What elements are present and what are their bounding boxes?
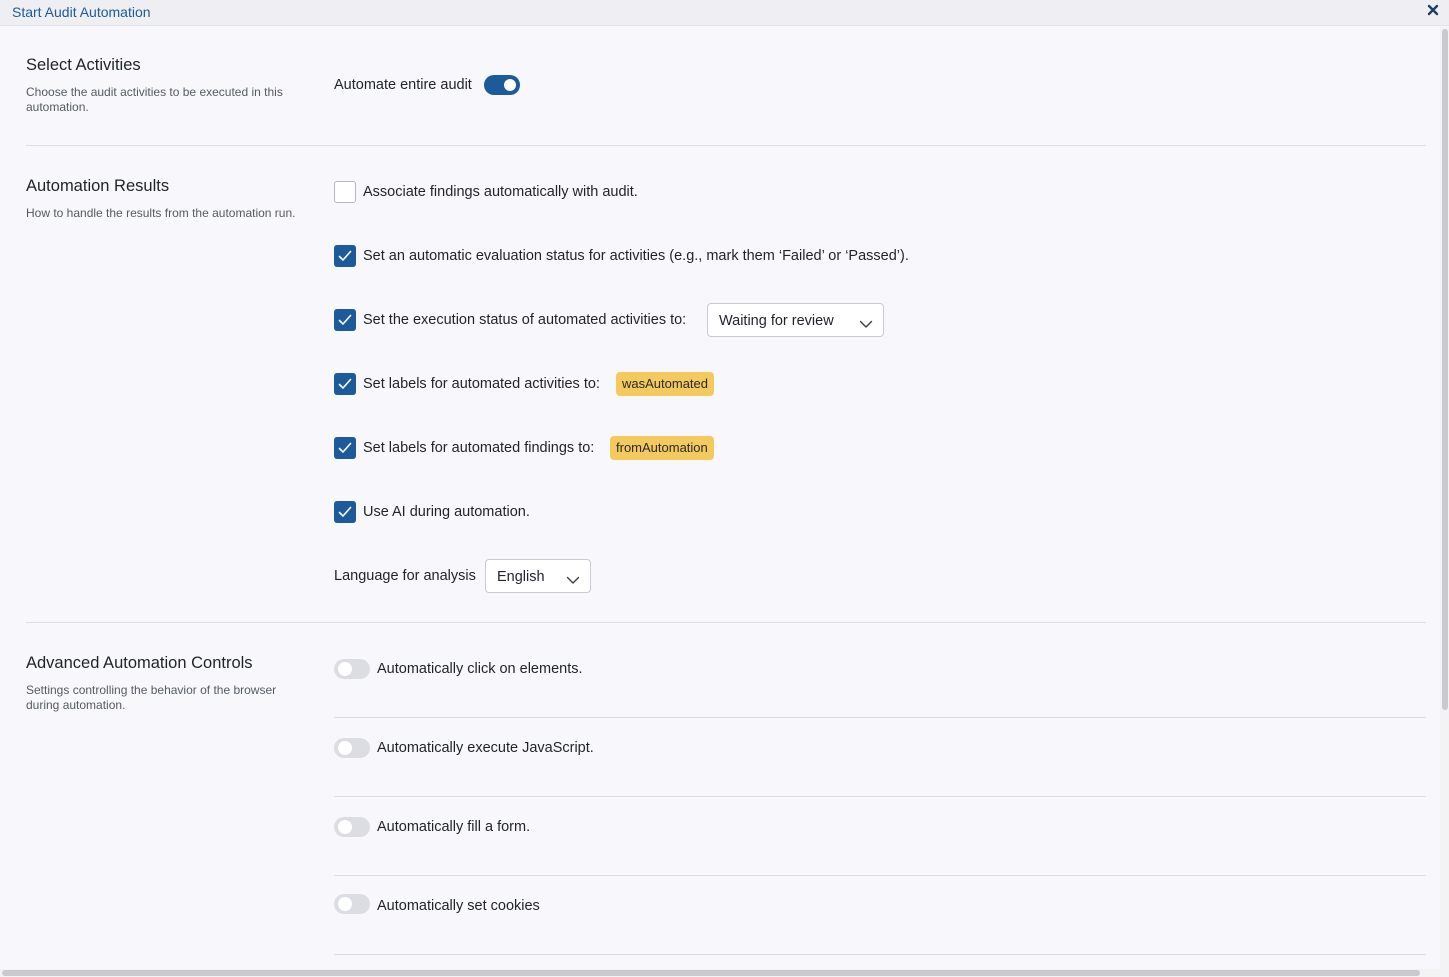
checkmark-icon <box>338 250 352 261</box>
execution-status-checkbox[interactable] <box>334 309 356 331</box>
activity-labels-checkbox[interactable] <box>334 373 356 395</box>
close-icon[interactable] <box>1426 3 1440 17</box>
associate-findings-label: Associate findings automatically with au… <box>363 184 638 200</box>
execution-status-label: Set the execution status of automated ac… <box>363 312 687 328</box>
finding-labels-checkbox[interactable] <box>334 437 356 459</box>
toggle-knob <box>338 820 352 834</box>
toggle-knob <box>504 79 516 91</box>
dialog-titlebar: Start Audit Automation <box>0 0 1449 26</box>
row-divider <box>334 796 1426 797</box>
checkmark-icon <box>338 378 352 389</box>
activity-labels-label: Set labels for automated activities to: <box>363 376 600 392</box>
auto-set-cookies-label: Automatically set cookies <box>377 898 540 914</box>
checkmark-icon <box>338 506 352 517</box>
auto-execute-javascript-toggle[interactable] <box>334 738 370 758</box>
label-tag-from-automation[interactable]: fromAutomation <box>610 436 714 460</box>
automate-entire-audit-toggle[interactable] <box>484 75 520 95</box>
horizontal-scrollbar[interactable] <box>0 969 1449 977</box>
toggle-knob <box>338 897 352 911</box>
auto-click-elements-label: Automatically click on elements. <box>377 661 583 677</box>
horizontal-scrollbar-thumb[interactable] <box>2 970 1420 976</box>
execution-status-select[interactable]: Waiting for review <box>707 303 884 337</box>
section-divider <box>26 622 1426 623</box>
row-divider <box>334 717 1426 718</box>
dialog-content: Select Activities Choose the audit activ… <box>0 27 1440 969</box>
section-description-advanced-controls: Settings controlling the behavior of the… <box>26 683 277 712</box>
evaluation-status-label: Set an automatic evaluation status for a… <box>363 248 909 264</box>
label-tag-was-automated[interactable]: wasAutomated <box>616 372 714 396</box>
checkmark-icon <box>338 442 352 453</box>
section-description-select-activities: Choose the audit activities to be execut… <box>26 85 283 114</box>
section-divider <box>26 145 1426 146</box>
auto-click-elements-toggle[interactable] <box>334 659 370 679</box>
use-ai-label: Use AI during automation. <box>363 504 530 520</box>
use-ai-checkbox[interactable] <box>334 501 356 523</box>
associate-findings-checkbox[interactable] <box>334 181 356 203</box>
language-select[interactable]: English <box>485 559 591 593</box>
vertical-scrollbar-thumb[interactable] <box>1442 29 1448 710</box>
language-value: English <box>497 569 545 585</box>
toggle-knob <box>338 741 352 755</box>
evaluation-status-checkbox[interactable] <box>334 245 356 267</box>
section-title-advanced-controls: Advanced Automation Controls <box>26 654 253 672</box>
auto-fill-form-label: Automatically fill a form. <box>377 819 531 835</box>
vertical-scrollbar[interactable] <box>1440 27 1449 969</box>
finding-labels-label: Set labels for automated findings to: <box>363 440 595 456</box>
section-title-select-activities: Select Activities <box>26 56 141 74</box>
toggle-knob <box>338 662 352 676</box>
language-label: Language for analysis <box>334 568 476 584</box>
checkmark-icon <box>338 314 352 325</box>
section-title-automation-results: Automation Results <box>26 177 170 195</box>
auto-execute-javascript-label: Automatically execute JavaScript. <box>377 740 594 756</box>
dialog-title: Start Audit Automation <box>12 4 151 20</box>
automate-entire-audit-label: Automate entire audit <box>334 77 472 93</box>
auto-set-cookies-toggle[interactable] <box>334 894 370 914</box>
row-divider <box>334 954 1426 955</box>
execution-status-value: Waiting for review <box>719 313 834 329</box>
row-divider <box>334 875 1426 876</box>
chevron-down-icon <box>566 572 580 590</box>
auto-fill-form-toggle[interactable] <box>334 817 370 837</box>
section-description-automation-results: How to handle the results from the autom… <box>26 206 296 220</box>
chevron-down-icon <box>859 316 873 334</box>
